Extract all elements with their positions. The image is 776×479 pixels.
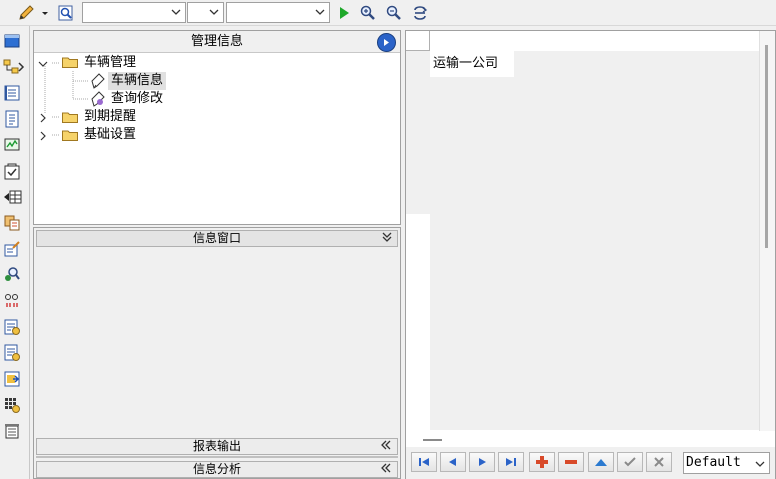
collapse-up-icon[interactable] (382, 231, 392, 247)
expand-left-icon[interactable] (380, 462, 392, 477)
minus-icon (565, 460, 577, 464)
toolbar-combo-1[interactable] (82, 2, 186, 23)
check-icon (624, 457, 636, 467)
nav-delete-button[interactable] (558, 452, 584, 472)
info-window-panel: 信息窗口 报表输出 信息分析 (33, 227, 401, 479)
preview-search-icon[interactable] (56, 3, 76, 23)
view-select[interactable]: Default (683, 452, 770, 474)
folder-icon (62, 130, 78, 141)
report-gear-icon[interactable] (3, 344, 21, 362)
grid-cell-text: 运输一公司 (433, 56, 499, 71)
tree-node-query-modify[interactable]: 查询修改 (111, 90, 163, 108)
tree-node-label: 查询修改 (111, 91, 164, 106)
pen-edit-icon (91, 73, 105, 89)
row-header-strip (406, 51, 430, 214)
nav-first-button[interactable] (411, 452, 437, 472)
chevron-down-icon[interactable] (38, 59, 48, 69)
management-info-panel: 管理信息 车辆管理 车辆信息 查询修改 到期提醒 基础设置 (33, 30, 401, 225)
info-window-body (36, 248, 398, 438)
next-record-icon (479, 458, 486, 466)
expand-left-icon[interactable] (380, 439, 392, 454)
checklist-icon[interactable] (3, 162, 21, 180)
chevron-down-icon (171, 9, 181, 15)
tree-node-vehicle-info[interactable]: 车辆信息 (108, 72, 167, 90)
copy-pages-icon[interactable] (3, 214, 21, 232)
panel-title: 管理信息 (190, 34, 243, 49)
tree-node-basic-settings[interactable]: 基础设置 (84, 126, 136, 144)
nav-insert-button[interactable] (529, 452, 555, 472)
folder-icon (62, 112, 78, 123)
chevron-down-icon (209, 9, 219, 15)
nav-next-button[interactable] (469, 452, 495, 472)
info-analysis-bar[interactable]: 信息分析 (36, 461, 398, 478)
edit-pencil-icon[interactable] (16, 3, 36, 23)
vertical-scrollbar[interactable] (759, 31, 775, 431)
calculator-table-icon[interactable] (3, 318, 21, 336)
data-grid-panel: 运输一公司 (405, 30, 776, 479)
grid-empty-area (514, 51, 759, 430)
nav-prev-button[interactable] (440, 452, 466, 472)
dropdown-arrow-icon[interactable] (38, 3, 52, 23)
info-analysis-label: 信息分析 (192, 462, 241, 476)
first-record-icon (419, 458, 429, 466)
nav-post-button[interactable] (617, 452, 643, 472)
tree-node-expiry-reminder[interactable]: 到期提醒 (84, 108, 136, 126)
nav-edit-button[interactable] (588, 452, 614, 472)
chevron-right-icon[interactable] (38, 131, 48, 141)
window-icon[interactable] (3, 32, 21, 50)
chevron-down-icon (755, 461, 765, 467)
refresh-link-icon[interactable] (410, 3, 430, 23)
chart-monitor-icon[interactable] (3, 136, 21, 154)
info-window-title: 信息窗口 (192, 231, 241, 245)
tree-node-label: 车辆信息 (111, 73, 164, 88)
grid-corner-cell[interactable] (406, 31, 430, 51)
row-header-blank (406, 214, 430, 430)
trash-list-icon[interactable] (3, 422, 21, 440)
triangle-up-icon (595, 459, 607, 466)
grid-empty-area (430, 77, 514, 430)
prev-record-icon (449, 458, 456, 466)
import-arrow-icon[interactable] (3, 370, 21, 388)
pairs-link-icon[interactable] (3, 292, 21, 310)
zoom-out-icon[interactable] (384, 3, 404, 23)
side-icon-strip (0, 26, 30, 479)
report-output-bar[interactable]: 报表输出 (36, 438, 398, 455)
tree-node-label: 到期提醒 (84, 109, 137, 124)
chevron-right-icon[interactable] (38, 113, 48, 123)
query-edit-icon (91, 91, 105, 107)
plus-icon (536, 456, 548, 468)
tree-structure-icon[interactable] (3, 58, 25, 76)
toolbar-combo-2[interactable] (187, 2, 224, 23)
divider (36, 456, 398, 458)
panel-header: 管理信息 (34, 31, 400, 53)
tree-node-vehicle-management[interactable]: 车辆管理 (84, 54, 136, 72)
grid-cell[interactable]: 运输一公司 (430, 51, 514, 77)
toolbar-combo-3[interactable] (226, 2, 330, 23)
user-search-icon[interactable] (3, 266, 21, 284)
nav-last-button[interactable] (498, 452, 524, 472)
view-select-value: Default (686, 455, 741, 470)
horizontal-scroll-thumb[interactable] (423, 439, 442, 441)
main-toolbar (0, 0, 776, 26)
run-play-icon[interactable] (334, 3, 354, 23)
zoom-in-icon[interactable] (358, 3, 378, 23)
cross-icon (654, 457, 664, 467)
tree-node-label: 基础设置 (84, 127, 137, 142)
form-list-icon[interactable] (3, 84, 21, 102)
tree-node-label: 车辆管理 (84, 55, 137, 70)
info-window-header[interactable]: 信息窗口 (36, 230, 398, 247)
folder-open-icon (62, 57, 78, 68)
edit-form-icon[interactable] (3, 240, 21, 258)
chevron-down-icon (315, 9, 325, 15)
grid-settings-icon[interactable] (3, 396, 21, 414)
expand-circle-icon[interactable] (377, 33, 396, 52)
scrollbar-thumb[interactable] (765, 45, 768, 248)
report-output-label: 报表输出 (192, 439, 241, 453)
document-icon[interactable] (3, 110, 21, 128)
nav-cancel-button[interactable] (646, 452, 672, 472)
export-table-icon[interactable] (3, 188, 22, 206)
last-record-icon (506, 458, 516, 466)
